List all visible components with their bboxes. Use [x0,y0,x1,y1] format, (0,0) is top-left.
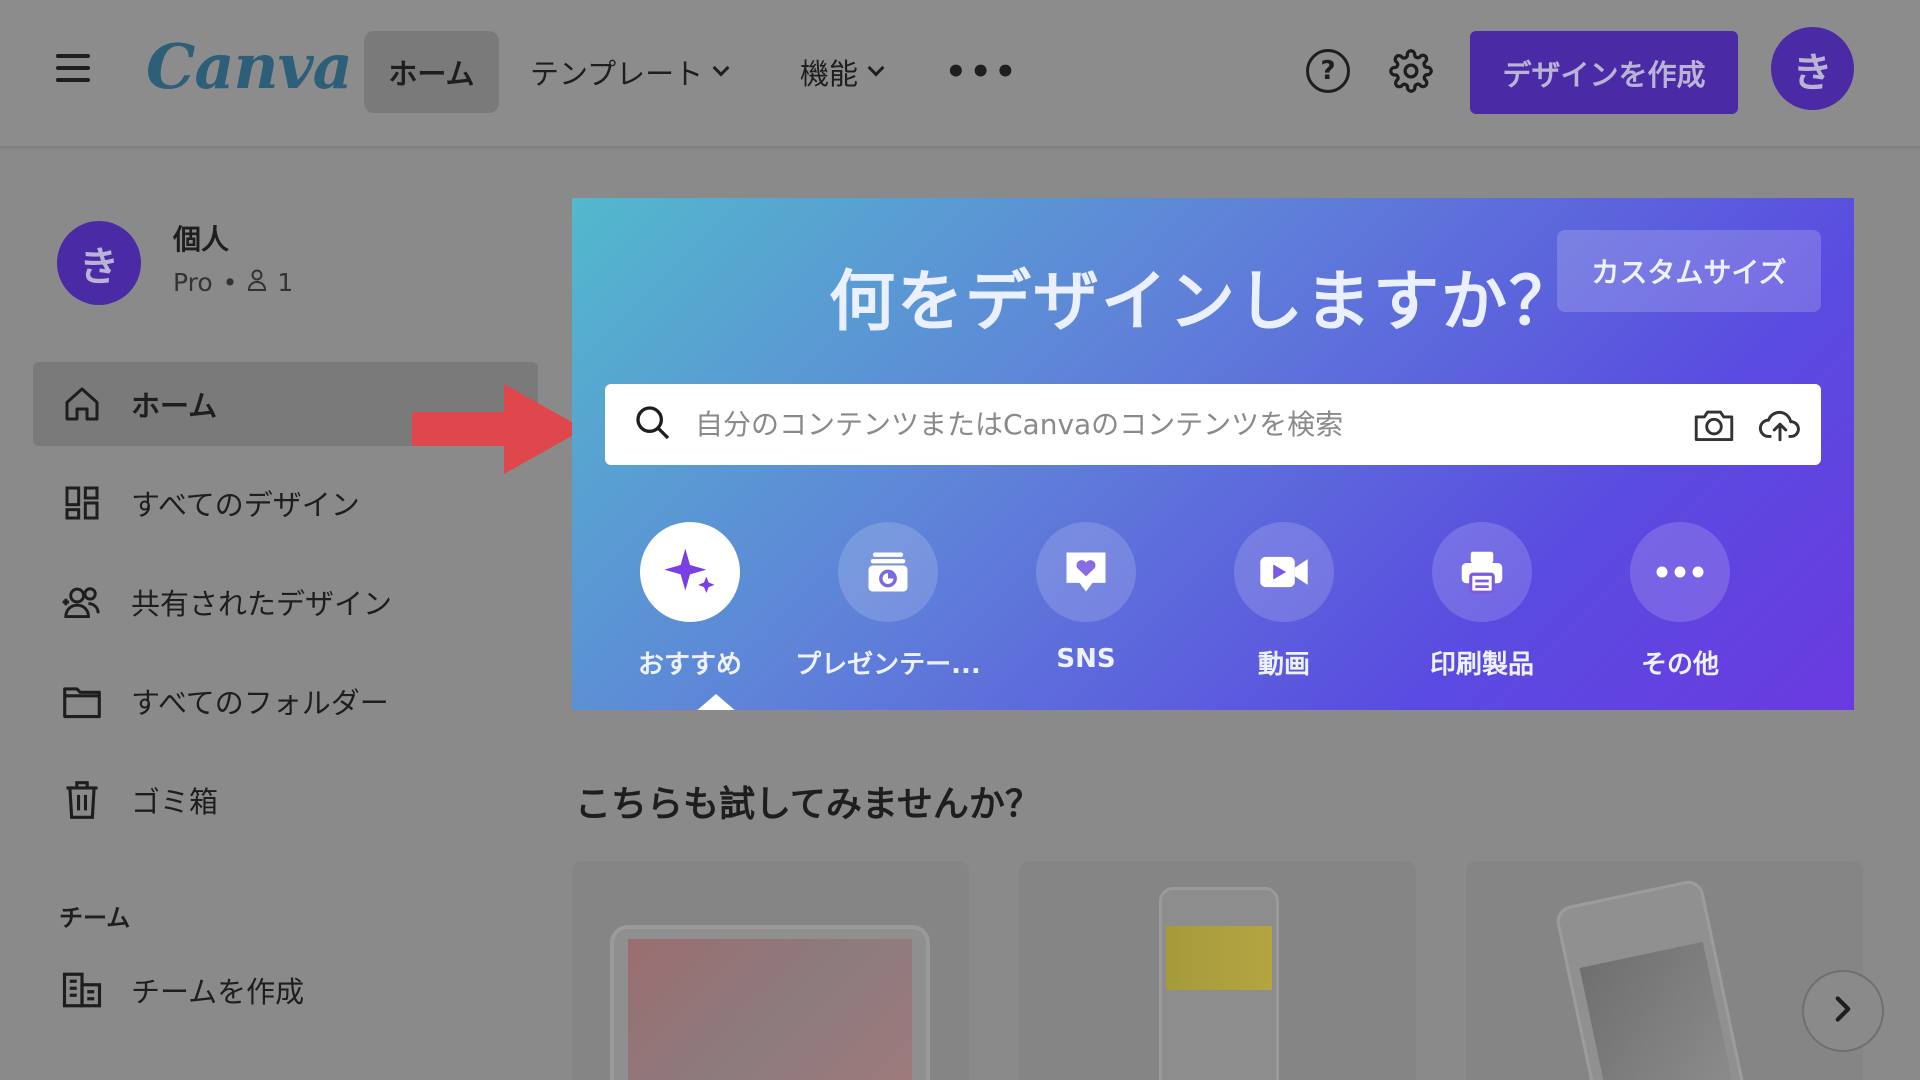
separator-dot: • [222,268,238,297]
gear-icon[interactable] [1389,49,1433,93]
nav-features-label: 機能 [800,57,859,91]
plan-label: Pro [173,268,213,297]
category-sns[interactable]: SNS [991,522,1181,674]
avatar[interactable]: き [1771,27,1854,110]
nav-templates-label: テンプレート [530,57,704,91]
category-label: SNS [1056,644,1116,674]
suggestion-card[interactable] [572,861,969,1080]
card-thumbnail [1159,887,1279,1080]
printer-icon [1432,522,1532,622]
search-input[interactable] [695,408,1671,441]
team-section-label: チーム [59,904,131,932]
search-bar[interactable] [605,384,1821,465]
search-icon[interactable] [633,403,673,447]
category-more[interactable]: その他 [1585,522,1775,681]
suggestion-card[interactable] [1019,861,1416,1080]
sidebar-item-create-team[interactable]: チームを作成 [33,948,538,1032]
trash-icon [61,779,103,821]
sidebar-item-shared[interactable]: 共有されたデザイン [33,560,538,644]
category-label: その他 [1640,650,1719,680]
category-label: 印刷製品 [1429,650,1534,680]
member-count: 1 [277,268,294,297]
annotation-arrow-icon [412,384,584,474]
profile-meta: Pro • 1 [173,268,293,297]
nav-home-label: ホーム [388,57,475,91]
chevron-down-icon [712,59,730,77]
category-label: 動画 [1257,650,1310,680]
more-nav-button[interactable]: ••• [945,31,1019,113]
person-icon [247,268,267,297]
nav-templates[interactable]: テンプレート [530,31,730,113]
grid-icon [61,482,103,524]
sidebar-item-trash[interactable]: ゴミ箱 [33,758,538,842]
create-design-button[interactable]: デザインを作成 [1470,31,1738,114]
ellipsis-icon: ••• [945,52,1020,92]
sidebar-item-label: 共有されたデザイン [131,587,393,621]
card-thumbnail [1553,877,1749,1080]
folder-icon [61,680,103,722]
suggestion-card[interactable] [1466,861,1863,1080]
category-presentation[interactable]: プレゼンテー... [793,522,983,681]
top-header: Canva ホーム テンプレート 機能 ••• ? デザインを作成 き [0,0,1920,147]
category-label: プレゼンテー... [795,650,981,680]
category-print[interactable]: 印刷製品 [1387,522,1577,681]
people-icon [61,581,103,623]
upload-cloud-icon[interactable] [1757,402,1803,448]
profile-avatar[interactable]: き [57,221,141,305]
chevron-right-icon [1832,995,1854,1027]
profile-name[interactable]: 個人 [173,218,229,258]
canva-logo[interactable]: Canva [146,30,353,103]
card-thumbnail [610,925,930,1080]
category-video[interactable]: 動画 [1189,522,1379,681]
menu-icon[interactable] [56,54,90,86]
help-icon[interactable]: ? [1306,49,1350,93]
sidebar-item-label: チームを作成 [131,975,305,1009]
carousel-next-button[interactable] [1802,970,1884,1052]
video-icon [1234,522,1334,622]
design-hero-banner: 何をデザインしますか？ カスタムサイズ おすすめ プレゼンテー... SNS [572,198,1854,710]
sparkle-icon [640,522,740,622]
presentation-icon [838,522,938,622]
chevron-down-icon [867,59,885,77]
nav-features[interactable]: 機能 [800,31,885,113]
more-icon [1630,522,1730,622]
category-label: おすすめ [637,650,742,680]
category-recommended[interactable]: おすすめ [595,522,785,681]
sidebar-item-folders[interactable]: すべてのフォルダー [33,659,538,743]
sidebar-item-label: すべてのフォルダー [131,686,389,720]
heart-chat-icon [1036,522,1136,622]
sidebar-item-label: ゴミ箱 [131,785,219,819]
help-icon-glyph: ? [1320,56,1336,86]
nav-home[interactable]: ホーム [364,31,499,113]
selected-category-indicator [695,694,737,710]
sidebar-item-label: ホーム [131,389,218,423]
building-icon [61,969,103,1011]
custom-size-button[interactable]: カスタムサイズ [1557,230,1821,312]
camera-icon[interactable] [1691,402,1737,448]
home-icon [61,383,103,425]
sidebar-item-label: すべてのデザイン [131,488,360,522]
suggestions-title: こちらも試してみませんか？ [575,784,1041,825]
